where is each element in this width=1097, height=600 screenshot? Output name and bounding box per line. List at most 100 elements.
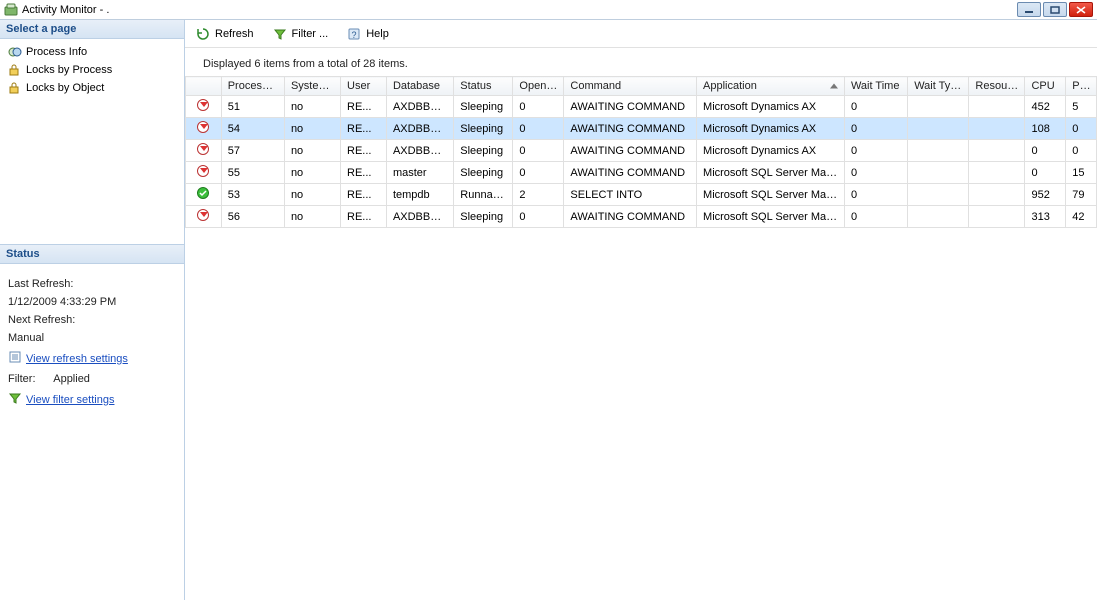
column-header[interactable] <box>186 77 222 96</box>
cell-phy: 79 <box>1066 184 1097 206</box>
window-title: Activity Monitor - . <box>22 4 109 16</box>
column-header[interactable]: Process ID <box>221 77 284 96</box>
cell-sys: no <box>284 206 340 228</box>
cell-res <box>969 96 1025 118</box>
next-refresh-label: Next Refresh: <box>8 314 176 326</box>
table-row[interactable]: 51noRE...AXDBBuildSleeping0AWAITING COMM… <box>186 96 1097 118</box>
column-header[interactable]: Phy <box>1066 77 1097 96</box>
cell-res <box>969 140 1025 162</box>
cell-user: RE... <box>341 162 387 184</box>
cell-wtype <box>908 140 969 162</box>
row-status-icon <box>186 184 222 206</box>
cell-pid: 57 <box>221 140 284 162</box>
cell-db: AXDBBuild <box>386 140 453 162</box>
settings-icon <box>8 350 22 367</box>
cell-cpu: 952 <box>1025 184 1066 206</box>
cell-sys: no <box>284 96 340 118</box>
column-header[interactable]: Command <box>564 77 697 96</box>
funnel-icon <box>8 391 22 408</box>
column-header[interactable]: Open ... <box>513 77 564 96</box>
row-status-icon <box>186 118 222 140</box>
cell-phy: 42 <box>1066 206 1097 228</box>
locks-process-icon <box>8 63 22 77</box>
page-process-info[interactable]: Process Info <box>2 43 182 61</box>
toolbar: Refresh Filter ... ? Help <box>185 20 1097 48</box>
cell-open: 0 <box>513 206 564 228</box>
table-row[interactable]: 53noRE...tempdbRunnable2SELECT INTOMicro… <box>186 184 1097 206</box>
column-header[interactable]: Status <box>454 77 513 96</box>
page-locks-by-process[interactable]: Locks by Process <box>2 61 182 79</box>
help-button[interactable]: ? Help <box>344 23 391 45</box>
cell-db: AXDBBuild <box>386 118 453 140</box>
cell-wt: 0 <box>844 162 907 184</box>
cell-user: RE... <box>341 96 387 118</box>
cell-cmd: AWAITING COMMAND <box>564 206 697 228</box>
last-refresh-value: 1/12/2009 4:33:29 PM <box>8 296 176 308</box>
cell-cpu: 0 <box>1025 162 1066 184</box>
row-status-icon <box>186 162 222 184</box>
table-row[interactable]: 54noRE...AXDBBuildSleeping0AWAITING COMM… <box>186 118 1097 140</box>
cell-sys: no <box>284 162 340 184</box>
filter-label: Filter ... <box>292 28 329 40</box>
cell-app: Microsoft Dynamics AX <box>697 96 845 118</box>
page-list: Process Info Locks by Process Locks by O… <box>0 39 184 244</box>
table-row[interactable]: 55noRE...masterSleeping0AWAITING COMMAND… <box>186 162 1097 184</box>
cell-user: RE... <box>341 184 387 206</box>
cell-cpu: 313 <box>1025 206 1066 228</box>
table-row[interactable]: 56noRE...AXDBBuildSleeping0AWAITING COMM… <box>186 206 1097 228</box>
column-header[interactable]: Wait Type <box>908 77 969 96</box>
cell-open: 0 <box>513 140 564 162</box>
last-refresh-label: Last Refresh: <box>8 278 176 290</box>
cell-pid: 53 <box>221 184 284 206</box>
column-header[interactable]: Wait Time <box>844 77 907 96</box>
page-label: Process Info <box>26 46 87 58</box>
select-page-header: Select a page <box>0 20 184 39</box>
cell-stat: Sleeping <box>454 118 513 140</box>
column-header[interactable]: Database <box>386 77 453 96</box>
column-header[interactable]: Resource <box>969 77 1025 96</box>
cell-wtype <box>908 184 969 206</box>
page-label: Locks by Process <box>26 64 112 76</box>
refresh-label: Refresh <box>215 28 254 40</box>
cell-wtype <box>908 162 969 184</box>
grid-area[interactable]: Process IDSystem...UserDatabaseStatusOpe… <box>185 76 1097 600</box>
minimize-button[interactable] <box>1017 2 1041 17</box>
refresh-button[interactable]: Refresh <box>193 23 256 45</box>
close-button[interactable] <box>1069 2 1093 17</box>
page-locks-by-object[interactable]: Locks by Object <box>2 79 182 97</box>
filter-label: Filter: <box>8 373 36 385</box>
next-refresh-value: Manual <box>8 332 176 344</box>
cell-cmd: AWAITING COMMAND <box>564 96 697 118</box>
cell-cmd: AWAITING COMMAND <box>564 162 697 184</box>
cell-cpu: 0 <box>1025 140 1066 162</box>
view-filter-settings-link[interactable]: View filter settings <box>26 394 114 406</box>
view-refresh-settings-link[interactable]: View refresh settings <box>26 353 128 365</box>
cell-wtype <box>908 96 969 118</box>
cell-wtype <box>908 206 969 228</box>
column-header[interactable]: User <box>341 77 387 96</box>
svg-text:?: ? <box>352 30 357 40</box>
cell-phy: 0 <box>1066 140 1097 162</box>
help-icon: ? <box>346 26 362 42</box>
cell-app: Microsoft Dynamics AX <box>697 140 845 162</box>
cell-user: RE... <box>341 206 387 228</box>
cell-sys: no <box>284 184 340 206</box>
column-header[interactable]: System... <box>284 77 340 96</box>
process-info-icon <box>8 45 22 59</box>
column-header[interactable]: CPU <box>1025 77 1066 96</box>
process-grid: Process IDSystem...UserDatabaseStatusOpe… <box>185 76 1097 228</box>
column-header[interactable]: Application <box>697 77 845 96</box>
cell-pid: 55 <box>221 162 284 184</box>
row-status-icon <box>186 140 222 162</box>
table-row[interactable]: 57noRE...AXDBBuildSleeping0AWAITING COMM… <box>186 140 1097 162</box>
cell-wt: 0 <box>844 96 907 118</box>
cell-open: 2 <box>513 184 564 206</box>
cell-res <box>969 118 1025 140</box>
maximize-button[interactable] <box>1043 2 1067 17</box>
filter-value: Applied <box>53 373 90 385</box>
locks-object-icon <box>8 81 22 95</box>
cell-wtype <box>908 118 969 140</box>
filter-button[interactable]: Filter ... <box>270 23 331 45</box>
app-icon <box>4 3 18 17</box>
help-label: Help <box>366 28 389 40</box>
